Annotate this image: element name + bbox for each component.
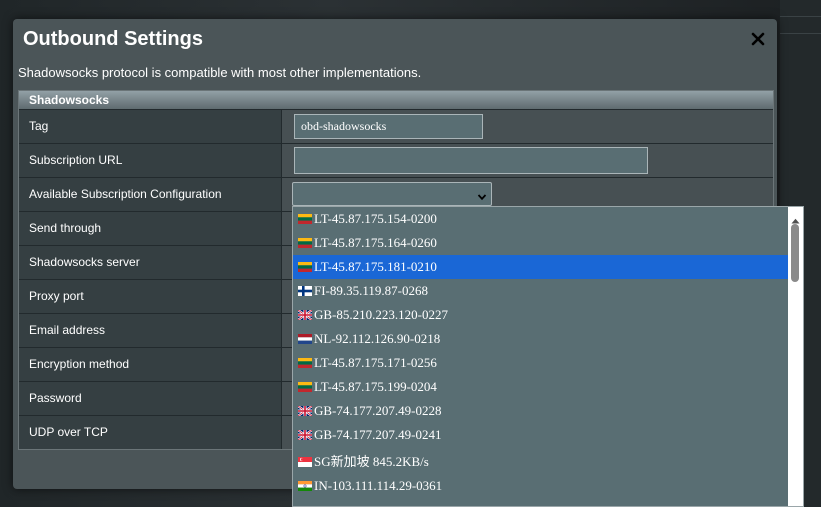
india-flag-icon [298,481,312,492]
dropdown-option[interactable]: LT-45.87.175.171-0256 [293,351,793,375]
lithuania-flag-icon [298,262,312,273]
lithuania-flag-icon [298,382,312,393]
subscription-url-value-cell [282,144,773,177]
close-icon [751,32,765,46]
protocol-description: Shadowsocks protocol is compatible with … [18,65,422,80]
subscription-config-select[interactable] [292,182,492,206]
dropdown-option-selected[interactable]: LT-45.87.175.181-0210 [293,255,793,279]
dropdown-option[interactable]: SG新加坡 845.2KB/s [293,447,793,474]
dropdown-option[interactable]: LT-45.87.175.154-0200 [293,207,793,231]
netherlands-flag-icon [298,334,312,345]
tag-input[interactable] [294,114,483,139]
shadowsocks-server-label: Shadowsocks server [19,246,282,279]
dropdown-option[interactable]: LT-45.87.175.199-0204 [293,375,793,399]
send-through-label: Send through [19,212,282,245]
lithuania-flag-icon [298,214,312,225]
finland-flag-icon [298,286,312,297]
dropdown-option-label: GB-85.210.223.120-0227 [314,307,448,322]
dropdown-option[interactable]: GB-74.177.207.49-0241 [293,423,793,447]
tag-row: Tag [19,109,773,143]
scrollbar-thumb[interactable] [791,224,799,282]
dropdown-option[interactable]: NL-92.112.126.90-0218 [293,327,793,351]
dropdown-option-label: NL-92.112.126.90-0218 [314,331,441,346]
table-header: Shadowsocks [19,91,773,109]
dropdown-option-label: LT-45.87.175.164-0260 [314,235,437,250]
singapore-flag-icon [298,457,312,468]
subscription-url-row: Subscription URL [19,143,773,177]
dropdown-option-label: FI-89.35.119.87-0268 [314,283,428,298]
dropdown-option-label: SG新加坡 845.2KB/s [314,454,429,469]
udp-over-tcp-label: UDP over TCP [19,416,282,449]
dialog-title: Outbound Settings [23,28,203,50]
subscription-config-dropdown-list: LT-45.87.175.154-0200 LT-45.87.175.164-0… [292,206,804,507]
tag-value-cell [282,110,773,143]
uk-flag-icon [298,406,312,417]
uk-flag-icon [298,430,312,441]
close-button[interactable] [750,31,766,47]
subscription-url-label: Subscription URL [19,144,282,177]
dropdown-option-label: GB-74.177.207.49-0241 [314,427,442,442]
chevron-down-icon [477,189,487,207]
email-address-label: Email address [19,314,282,347]
uk-flag-icon [298,310,312,321]
lithuania-flag-icon [298,358,312,369]
subscription-url-input[interactable] [294,147,648,174]
dropdown-option-label: LT-45.87.175.181-0210 [314,259,437,274]
dropdown-option[interactable]: GB-85.210.223.120-0227 [293,303,793,327]
background-divider [780,33,821,34]
background-divider [780,16,821,17]
dropdown-option-label: LT-45.87.175.199-0204 [314,379,437,394]
subscription-config-label: Available Subscription Configuration [19,178,282,211]
dropdown-option[interactable]: GB-74.177.207.49-0228 [293,399,793,423]
dropdown-option[interactable]: IN-103.111.114.29-0361 [293,474,793,498]
encryption-method-label: Encryption method [19,348,282,381]
dropdown-option-label: LT-45.87.175.171-0256 [314,355,437,370]
dropdown-scrollbar[interactable] [788,207,803,506]
dropdown-option[interactable]: FI-89.35.119.87-0268 [293,279,793,303]
proxy-port-label: Proxy port [19,280,282,313]
dropdown-option-label: LT-45.87.175.154-0200 [314,211,437,226]
lithuania-flag-icon [298,238,312,249]
tag-label: Tag [19,110,282,143]
dropdown-option-label: GB-74.177.207.49-0228 [314,403,442,418]
dropdown-option[interactable]: LT-45.87.175.164-0260 [293,231,793,255]
password-label: Password [19,382,282,415]
dropdown-option-label: IN-103.111.114.29-0361 [314,478,443,493]
